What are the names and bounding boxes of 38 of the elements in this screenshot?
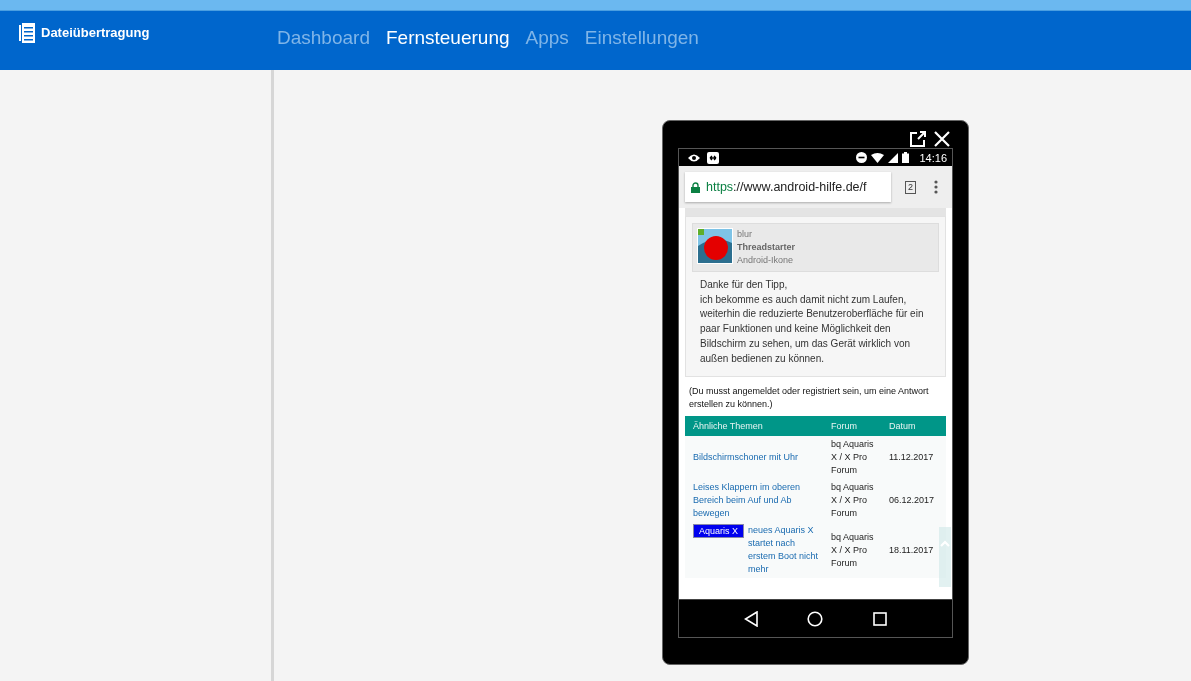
eye-icon (687, 152, 701, 163)
topic-link[interactable]: Leises Klappern im oberen Bereich beim Auf und Ab bewegen (693, 481, 823, 521)
battery-icon (902, 152, 910, 163)
more-options-icon[interactable] (934, 180, 938, 194)
author-name[interactable]: blur (737, 228, 796, 241)
table-cell: bq Aquaris X / X Pro Forum (831, 436, 889, 480)
open-external-icon[interactable] (909, 130, 927, 148)
login-notice: (Du musst angemeldet oder registriert sein, um eine Antwort erstellen zu können.) (689, 385, 930, 411)
recents-icon[interactable] (873, 611, 888, 626)
address-field[interactable]: https://www.android-hilfe.de/f (685, 172, 891, 202)
back-icon[interactable] (743, 610, 758, 627)
app-title: Dateiübertragung (41, 25, 150, 40)
do-not-disturb-icon (856, 152, 868, 163)
column-header: Ähnliche Themen (685, 416, 831, 437)
table-cell: 11.12.2017 (889, 452, 934, 463)
column-header: Forum (831, 416, 889, 437)
column-header: Datum (889, 416, 946, 437)
table-cell: 06.12.2017 (889, 495, 935, 506)
lock-icon (691, 181, 700, 193)
table-cell: bq Aquaris X / X Pro Forum (831, 522, 889, 579)
avatar-icon (697, 228, 733, 264)
topic-link[interactable]: neues Aquaris X startet nach erstem Boot nicht mehr (748, 524, 823, 577)
clock-time: 14:16 (919, 151, 947, 164)
home-icon[interactable] (807, 610, 824, 627)
author-rank: Android-Ikone (737, 254, 795, 267)
table-cell: bq Aquaris X / X Pro Forum (831, 479, 889, 523)
wifi-icon (871, 152, 885, 163)
tab-count-button[interactable]: 2 (905, 180, 916, 194)
topic-link[interactable]: Bildschirmschoner mit Uhr (693, 451, 823, 465)
author-role: Threadstarter (737, 241, 796, 254)
nav-tab[interactable]: Fernsteuerung (382, 26, 513, 49)
document-list-icon (19, 22, 35, 43)
table-cell: 18.11.2017 (889, 544, 934, 555)
signal-icon (888, 152, 899, 163)
close-icon[interactable] (933, 130, 951, 148)
post-text: Danke für den Tipp, ich bekomme es auch damit nicht zum Laufen, weiterhin die reduzierte Benutzeroberfläche für ein paar Funktionen und keine Möglichkeit den Bildschirm zu sehen, um das Gerät wirklich von außen bedienen zu können. (700, 278, 925, 366)
url-text: https://www.android-hilfe.de/f (706, 180, 867, 194)
topic-tag: Aquaris X (693, 524, 745, 539)
